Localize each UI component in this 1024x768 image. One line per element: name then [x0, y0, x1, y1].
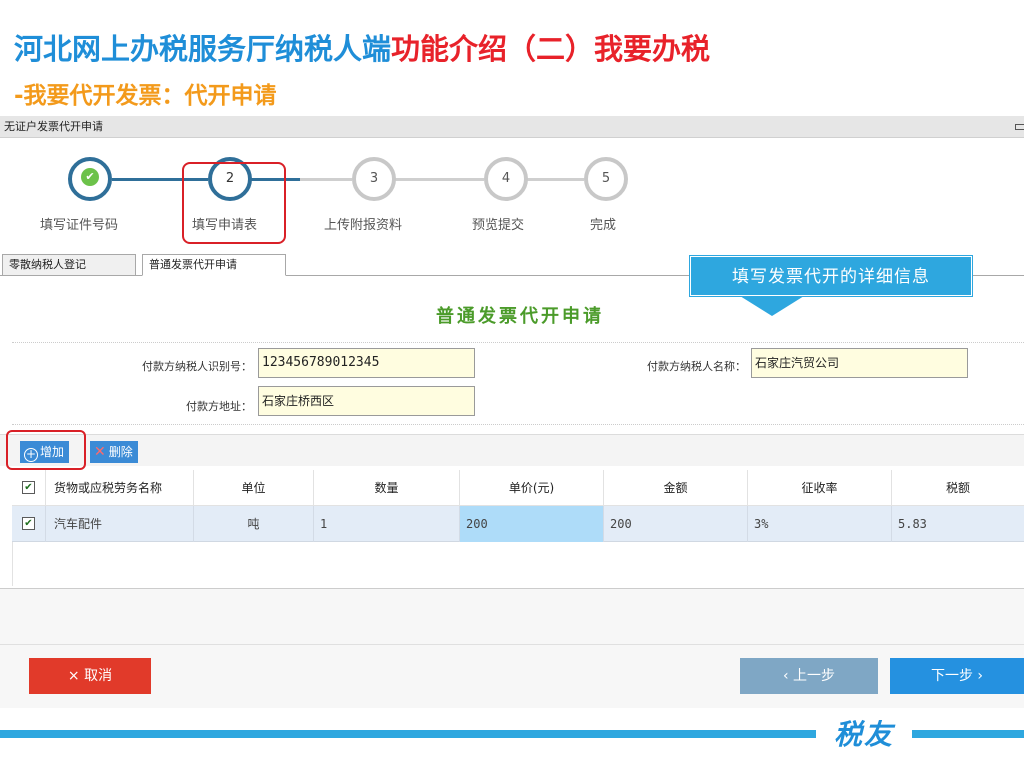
cancel-button[interactable]: × 取消 — [29, 658, 151, 694]
tab-ordinary-invoice-application[interactable]: 普通发票代开申请 — [142, 254, 286, 276]
step-5-label: 完成 — [590, 218, 617, 233]
form-divider-top — [12, 342, 1024, 343]
brand-logo: 税友 — [833, 718, 894, 751]
window-titlebar: 无证户发票代开申请 — [0, 116, 1024, 138]
window-control-icon[interactable] — [1015, 124, 1024, 130]
delete-row-label: 删除 — [108, 445, 133, 459]
tab-scattered-taxpayer-registration[interactable]: 零散纳税人登记 — [2, 254, 136, 276]
step-3-label: 上传附报资料 — [324, 218, 403, 233]
payer-address-field[interactable]: 石家庄桥西区 — [258, 386, 475, 416]
cell-unit[interactable]: 吨 — [194, 506, 314, 542]
form-title: 普通发票代开申请 — [436, 306, 604, 327]
row-select-cell[interactable]: ✔ — [12, 506, 46, 542]
grid-toolbar: + 增加 ✕ 删除 — [0, 434, 1024, 466]
payer-name-label: 付款方纳税人名称： — [647, 360, 746, 373]
step-5-circle[interactable]: 5 — [584, 157, 628, 201]
next-step-button[interactable]: 下一步 › — [890, 658, 1024, 694]
cell-item-name[interactable]: 汽车配件 — [46, 506, 194, 542]
slide-subtitle: -我要代开发票：代开申请 — [14, 83, 277, 109]
slide-title: 河北网上办税服务厅纳税人端功能介绍（二）我要办税 — [14, 26, 710, 68]
col-header-quantity[interactable]: 数量 — [314, 470, 460, 506]
payer-tax-id-label: 付款方纳税人识别号： — [142, 360, 252, 373]
cell-quantity[interactable]: 1 — [314, 506, 460, 542]
row-checkbox[interactable]: ✔ — [22, 517, 35, 530]
step-connector-2b — [300, 178, 352, 181]
table-row[interactable]: ✔ 汽车配件 吨 1 200 200 3% 5.83 — [12, 506, 1024, 542]
slide: 河北网上办税服务厅纳税人端功能介绍（二）我要办税 -我要代开发票：代开申请 无证… — [0, 0, 1024, 768]
payer-address-label: 付款方地址： — [186, 400, 252, 413]
step-3-circle[interactable]: 3 — [352, 157, 396, 201]
step-1-label: 填写证件号码 — [40, 218, 119, 233]
col-header-amount[interactable]: 金额 — [604, 470, 748, 506]
cell-rate[interactable]: 3% — [748, 506, 892, 542]
table-header: ✔ 货物或应税劳务名称 单位 数量 单价(元) 金额 征收率 税额 — [12, 470, 1024, 506]
col-header-rate[interactable]: 征收率 — [748, 470, 892, 506]
col-header-unit[interactable]: 单位 — [194, 470, 314, 506]
step-4-label: 预览提交 — [472, 218, 525, 233]
add-button-highlight-box — [6, 430, 86, 470]
instruction-callout: 填写发票代开的详细信息 — [690, 256, 972, 296]
payer-name-field[interactable]: 石家庄汽贸公司 — [751, 348, 968, 378]
header-select-all-cell[interactable]: ✔ — [12, 470, 46, 506]
cell-unit-price[interactable]: 200 — [460, 506, 604, 542]
payer-tax-id-field[interactable]: 123456789012345 — [258, 348, 475, 378]
slide-title-main: 河北网上办税服务厅纳税人端 — [14, 32, 392, 66]
previous-step-button[interactable]: ‹ 上一步 — [740, 658, 878, 694]
bottom-accent-bar-left — [0, 730, 816, 738]
app-window: 无证户发票代开申请 ✔ 2 3 4 5 填写证件号码 填写申请表 上传附报资料 … — [0, 116, 1024, 708]
step-connector-4 — [526, 178, 584, 181]
slide-title-highlight: 功能介绍（二）我要办税 — [391, 32, 711, 66]
step-1-circle[interactable]: ✔ — [68, 157, 112, 201]
bottom-accent-bar-right — [912, 730, 1024, 738]
delete-row-button[interactable]: ✕ 删除 — [90, 441, 138, 463]
step-connector-3 — [394, 178, 484, 181]
footer-divider — [0, 644, 1024, 645]
col-header-unit-price[interactable]: 单价(元) — [460, 470, 604, 506]
cell-tax[interactable]: 5.83 — [892, 506, 1024, 542]
table-body-edge — [12, 542, 13, 586]
col-header-tax[interactable]: 税额 — [892, 470, 1024, 506]
delete-x-icon: ✕ — [94, 444, 106, 460]
check-icon: ✔ — [81, 168, 99, 186]
cell-amount[interactable]: 200 — [604, 506, 748, 542]
step-2-highlight-box — [182, 162, 286, 244]
form-divider-bottom — [12, 424, 1024, 425]
step-4-circle[interactable]: 4 — [484, 157, 528, 201]
col-header-item-name[interactable]: 货物或应税劳务名称 — [46, 470, 194, 506]
select-all-checkbox[interactable]: ✔ — [22, 481, 35, 494]
wizard-steps: ✔ 2 3 4 5 填写证件号码 填写申请表 上传附报资料 预览提交 完成 — [0, 138, 1024, 256]
window-title: 无证户发票代开申请 — [4, 120, 103, 133]
callout-pointer — [740, 296, 804, 316]
